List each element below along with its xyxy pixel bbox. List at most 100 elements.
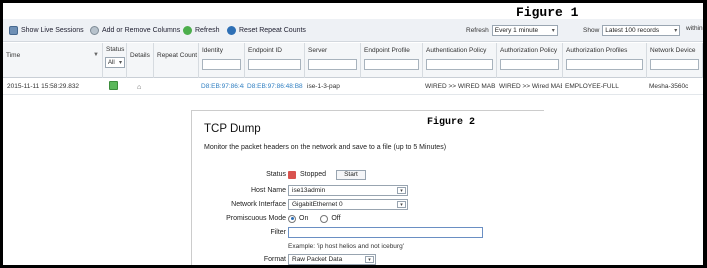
promiscuous-off-label: Off	[331, 215, 341, 222]
chevron-down-icon: ▾	[365, 256, 374, 263]
promiscuous-on-label: On	[299, 215, 309, 222]
status-value-group: Stopped Start	[288, 169, 366, 180]
show-records-select[interactable]: Latest 100 records ▾	[602, 25, 681, 36]
format-row: Format Raw Packet Data ▾	[192, 254, 545, 265]
column-status-label: Status	[106, 46, 125, 53]
column-endpoint-profile[interactable]: Endpoint Profile	[361, 43, 423, 78]
endpoint-profile-filter-input[interactable]	[364, 59, 419, 70]
show-live-sessions-button[interactable]: Show Live Sessions	[9, 24, 84, 37]
add-remove-columns-label: Add or Remove Columns	[102, 27, 181, 34]
reset-repeat-counts-label: Reset Repeat Counts	[239, 27, 306, 34]
column-status[interactable]: Status All ▾	[103, 43, 127, 78]
cell-identity[interactable]: D8:EB:97:86:48:E	[201, 83, 244, 90]
toolbar: Show Live Sessions Add or Remove Columns…	[3, 19, 703, 42]
column-identity-label: Identity	[202, 47, 223, 54]
status-row: Status Stopped Start	[192, 169, 545, 182]
figure-1-label: Figure 1	[516, 5, 579, 20]
network-interface-value: GigabitEthernet 0	[292, 201, 343, 208]
refresh-interval-label: Refresh	[466, 27, 489, 34]
column-server-label: Server	[308, 47, 328, 54]
chevron-down-icon: ▾	[397, 187, 406, 194]
chevron-down-icon: ▾	[551, 28, 555, 34]
column-endpoint-id[interactable]: Endpoint ID	[245, 43, 305, 78]
show-live-sessions-label: Show Live Sessions	[21, 27, 84, 34]
status-value: Stopped	[300, 171, 327, 178]
refresh-icon	[183, 26, 192, 35]
column-authentication-policy[interactable]: Authentication Policy	[423, 43, 497, 78]
host-name-value: ise13admin	[292, 187, 326, 194]
host-name-row: Host Name ise13admin ▾	[192, 185, 545, 198]
start-button[interactable]: Start	[336, 169, 366, 180]
column-details-label: Details	[130, 52, 150, 59]
authentication-policy-filter-input[interactable]	[426, 59, 493, 70]
status-filter-select[interactable]: All ▾	[105, 57, 125, 68]
authorization-profiles-filter-input[interactable]	[566, 59, 643, 70]
column-authentication-policy-label: Authentication Policy	[426, 47, 487, 54]
cell-authentication-policy: WIRED >> WIRED MAB...	[425, 83, 496, 90]
show-records-value: Latest 100 records	[605, 27, 660, 34]
network-interface-label: Network Interface	[231, 201, 286, 208]
status-filter-value: All	[108, 59, 115, 66]
tcp-dump-description: Monitor the packet headers on the networ…	[204, 144, 447, 151]
cell-endpoint-id[interactable]: D8:EB:97:86:48:B8	[247, 83, 304, 90]
screenshot-frame: Figure 1 Show Live Sessions Add or Remov…	[3, 3, 703, 265]
chevron-down-icon: ▾	[674, 28, 678, 34]
show-records-group: Show Latest 100 records ▾	[583, 25, 681, 36]
format-value: Raw Packet Data	[292, 256, 343, 263]
show-records-label: Show	[583, 27, 600, 34]
cell-network-device: Mesha-3560c	[649, 83, 689, 90]
column-repeat-count[interactable]: Repeat Count	[154, 43, 199, 78]
status-label: Status	[266, 171, 286, 178]
within-group: within	[686, 25, 703, 32]
within-label: within	[686, 25, 703, 32]
host-name-label: Host Name	[250, 187, 286, 194]
cell-server: ise-1-3-pap	[307, 83, 340, 90]
filter-input[interactable]	[288, 227, 483, 238]
cell-authorization-profiles: EMPLOYEE-FULL	[565, 83, 619, 90]
column-authorization-policy-label: Authorization Policy	[500, 47, 558, 54]
refresh-label: Refresh	[195, 27, 220, 34]
column-server[interactable]: Server	[305, 43, 361, 78]
column-network-device[interactable]: Network Device	[647, 43, 703, 78]
column-repeat-count-label: Repeat Count	[157, 52, 198, 59]
host-name-select[interactable]: ise13admin ▾	[288, 185, 408, 196]
column-authorization-policy[interactable]: Authorization Policy	[497, 43, 563, 78]
identity-filter-input[interactable]	[202, 59, 241, 70]
reset-icon	[227, 26, 236, 35]
promiscuous-off-radio[interactable]	[320, 214, 329, 223]
column-network-device-label: Network Device	[650, 47, 696, 54]
sort-icon: ▼	[93, 52, 99, 58]
promiscuous-on-radio[interactable]	[288, 214, 296, 223]
format-label: Format	[263, 256, 286, 263]
refresh-interval-select[interactable]: Every 1 minute ▾	[491, 25, 558, 36]
table-row[interactable]: 2015-11-11 15:58:29.832 ⌂ D8:EB:97:86:48…	[3, 79, 703, 95]
promiscuous-mode-group: On Off	[288, 213, 341, 224]
format-select[interactable]: Raw Packet Data ▾	[288, 254, 376, 265]
authorization-policy-filter-input[interactable]	[500, 59, 559, 70]
server-filter-input[interactable]	[308, 59, 357, 70]
refresh-interval-value: Every 1 minute	[494, 27, 539, 34]
column-endpoint-profile-label: Endpoint Profile	[364, 47, 410, 54]
chevron-down-icon: ▾	[397, 201, 406, 208]
details-icon[interactable]: ⌂	[137, 84, 141, 91]
column-details[interactable]: Details	[127, 43, 154, 78]
stopped-icon	[288, 170, 296, 179]
promiscuous-mode-row: Promiscuous Mode On Off	[192, 213, 545, 226]
column-authorization-profiles-label: Authorization Profiles	[566, 47, 628, 54]
promiscuous-mode-label: Promiscuous Mode	[226, 215, 286, 222]
tcp-dump-title: TCP Dump	[204, 123, 261, 135]
column-time[interactable]: Time ▼	[3, 43, 103, 78]
refresh-button[interactable]: Refresh	[183, 24, 220, 37]
status-ok-icon	[109, 81, 118, 90]
reset-repeat-counts-button[interactable]: Reset Repeat Counts	[227, 24, 306, 37]
add-remove-columns-button[interactable]: Add or Remove Columns ▾	[90, 24, 187, 37]
column-authorization-profiles[interactable]: Authorization Profiles	[563, 43, 647, 78]
network-interface-select[interactable]: GigabitEthernet 0 ▾	[288, 199, 408, 210]
endpoint-id-filter-input[interactable]	[248, 59, 301, 70]
gear-icon	[90, 26, 99, 35]
column-identity[interactable]: Identity	[199, 43, 245, 78]
filter-row: Filter	[192, 227, 545, 240]
figure-2-label: Figure 2	[427, 117, 476, 128]
network-device-filter-input[interactable]	[650, 59, 699, 70]
table-header: Time ▼ Status All ▾ Details Repeat Count…	[3, 43, 703, 78]
